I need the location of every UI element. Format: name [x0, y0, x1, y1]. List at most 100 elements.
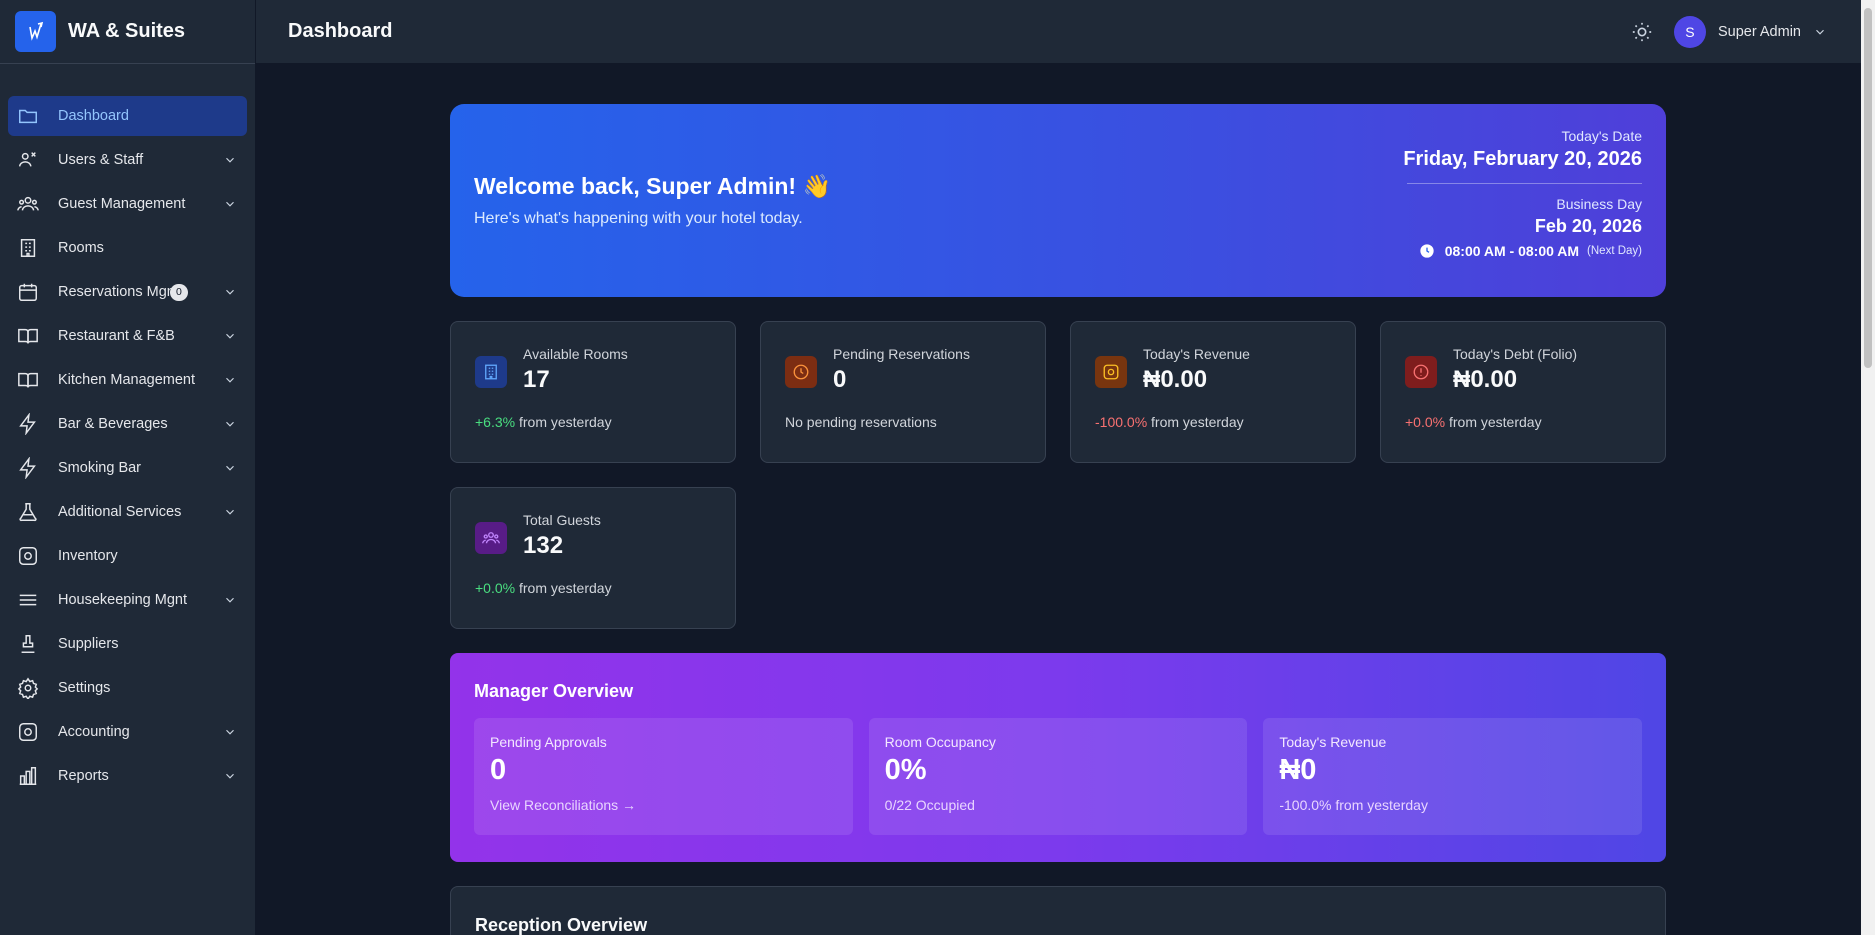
sidebar-item-reservations-mgnt[interactable]: Reservations Mgnt 0: [8, 272, 247, 312]
chevron-down-icon[interactable]: [223, 725, 237, 739]
calendar-icon: [16, 280, 40, 304]
reception-overview: Reception Overview: [450, 886, 1666, 935]
chevron-down-icon[interactable]: [223, 593, 237, 607]
stat-value: 0: [833, 366, 847, 393]
book-icon: [16, 368, 40, 392]
manager-card[interactable]: Room Occupancy 0% 0/22 Occupied: [868, 718, 1248, 835]
stat-label: Today's Revenue: [1143, 346, 1250, 362]
sidebar-item-settings[interactable]: Settings: [8, 668, 247, 708]
sidebar-item-kitchen-management[interactable]: Kitchen Management: [8, 360, 247, 400]
theme-toggle-button[interactable]: [1624, 14, 1660, 50]
stat-card[interactable]: Pending Reservations 0 No pending reservat…: [760, 321, 1046, 463]
sidebar-item-label: Restaurant & F&B: [58, 328, 175, 344]
chevron-down-icon[interactable]: [223, 197, 237, 211]
brand[interactable]: WA & Suites: [0, 0, 255, 64]
avatar[interactable]: S: [1673, 15, 1706, 48]
manager-card-value: ₦0: [1279, 754, 1317, 786]
chevron-down-icon[interactable]: [223, 417, 237, 431]
manager-card-value: 0%: [884, 754, 927, 786]
scrollbar-thumb[interactable]: [1864, 8, 1872, 368]
stamp-icon: [16, 632, 40, 656]
next-day-text: (Next Day): [1587, 245, 1642, 257]
chevron-down-icon[interactable]: [223, 153, 237, 167]
sidebar-item-bar-beverages[interactable]: Bar & Beverages: [8, 404, 247, 444]
welcome-subtitle: Here's what's happening with your hotel …: [474, 210, 803, 227]
today-label: Today's Date: [1561, 128, 1643, 144]
stat-value: ₦0.00: [1453, 366, 1518, 393]
sidebar-item-label: Additional Services: [58, 504, 182, 520]
stat-footer: +0.0% from yesterday: [475, 580, 711, 596]
stat-footer: +0.0% from yesterday: [1405, 414, 1641, 430]
stat-delta-text: from yesterday: [1445, 414, 1542, 430]
stat-label: Today's Debt (Folio): [1453, 346, 1578, 362]
sidebar-item-additional-services[interactable]: Additional Services: [8, 492, 247, 532]
manager-card-label: Room Occupancy: [884, 734, 996, 750]
chevron-down-icon[interactable]: [223, 769, 237, 783]
sidebar-item-rooms[interactable]: Rooms: [8, 228, 247, 268]
sidebar-item-reports[interactable]: Reports: [8, 756, 247, 796]
manager-card-label: Pending Approvals: [490, 734, 607, 750]
business-day-label: Business Day: [1556, 196, 1642, 212]
divider: [1407, 183, 1642, 184]
menu-lines-icon: [16, 588, 40, 612]
chevron-down-icon[interactable]: [223, 505, 237, 519]
reception-title: Reception Overview: [475, 915, 648, 935]
chevron-down-icon[interactable]: [223, 285, 237, 299]
sidebar-item-label: Reports: [58, 768, 109, 784]
sidebar-item-label: Kitchen Management: [58, 372, 196, 388]
stat-card[interactable]: Today's Revenue ₦0.00 -100.0% from yesterd…: [1070, 321, 1356, 463]
page-title: Dashboard: [288, 20, 393, 42]
manager-card-footer[interactable]: View Reconciliations →: [490, 797, 837, 813]
user-name[interactable]: Super Admin: [1718, 24, 1801, 40]
stat-value: ₦0.00: [1143, 366, 1208, 393]
stat-card[interactable]: Today's Debt (Folio) ₦0.00 +0.0% from yest…: [1380, 321, 1666, 463]
stat-delta-text: No pending reservations: [785, 414, 937, 430]
sidebar-item-label: Reservations Mgnt: [58, 284, 179, 300]
chevron-down-icon[interactable]: [223, 461, 237, 475]
manager-card-label: Today's Revenue: [1279, 734, 1387, 750]
stat-delta-text: from yesterday: [515, 414, 612, 430]
sidebar-item-suppliers[interactable]: Suppliers: [8, 624, 247, 664]
sidebar-item-dashboard[interactable]: Dashboard: [8, 96, 247, 136]
building-icon: [16, 236, 40, 260]
sidebar-item-label: Rooms: [58, 240, 104, 256]
manager-card[interactable]: Pending Approvals 0 View Reconciliations →: [474, 718, 853, 835]
stat-delta: +0.0%: [1405, 414, 1446, 430]
book-icon: [16, 324, 40, 348]
manager-overview: Manager Overview Pending Approvals 0 View …: [450, 653, 1666, 862]
business-hours: 08:00 AM - 08:00 AM (Next Day): [1403, 243, 1642, 259]
stat-card[interactable]: Total Guests 132 +0.0% from yesterday: [450, 487, 736, 629]
sidebar-item-label: Users & Staff: [58, 152, 144, 168]
sidebar-item-accounting[interactable]: Accounting: [8, 712, 247, 752]
sidebar-item-label: Accounting: [58, 724, 130, 740]
main-content: Welcome back, Super Admin! 👋 Here's what…: [450, 104, 1666, 935]
stat-delta-text: from yesterday: [515, 580, 612, 596]
brand-logo-icon: [15, 11, 56, 52]
sidebar-item-restaurant-f-b[interactable]: Restaurant & F&B: [8, 316, 247, 356]
chevron-down-icon[interactable]: [223, 373, 237, 387]
sidebar-item-guest-management[interactable]: Guest Management: [8, 184, 247, 224]
stat-label: Total Guests: [523, 512, 601, 528]
count-badge: 0: [170, 284, 188, 301]
sidebar-item-housekeeping-mgnt[interactable]: Housekeeping Mgnt: [8, 580, 247, 620]
chevron-down-icon[interactable]: [223, 329, 237, 343]
sidebar-item-inventory[interactable]: Inventory: [8, 536, 247, 576]
sidebar-item-users-staff[interactable]: Users & Staff: [8, 140, 247, 180]
sidebar-item-smoking-bar[interactable]: Smoking Bar: [8, 448, 247, 488]
sun-icon: [1632, 22, 1652, 41]
clock-icon: [785, 356, 817, 388]
sidebar-item-label: Settings: [58, 680, 111, 696]
sidebar-item-label: Guest Management: [58, 196, 186, 212]
chevron-down-icon[interactable]: [1813, 25, 1827, 39]
stat-card[interactable]: Available Rooms 17 +6.3% from yesterday: [450, 321, 736, 463]
manager-card[interactable]: Today's Revenue ₦0 -100.0% from yesterday: [1263, 718, 1642, 835]
welcome-title: Welcome back, Super Admin! 👋: [474, 173, 832, 199]
stat-footer: +6.3% from yesterday: [475, 414, 711, 430]
guests-icon: [16, 192, 40, 216]
scrollbar[interactable]: [1861, 0, 1875, 935]
sidebar-item-label: Suppliers: [58, 636, 119, 652]
stat-delta: +0.0%: [475, 580, 516, 596]
top-header: Dashboard S Super Admin: [256, 0, 1861, 64]
gear-icon: [16, 676, 40, 700]
manager-title: Manager Overview: [474, 681, 634, 701]
